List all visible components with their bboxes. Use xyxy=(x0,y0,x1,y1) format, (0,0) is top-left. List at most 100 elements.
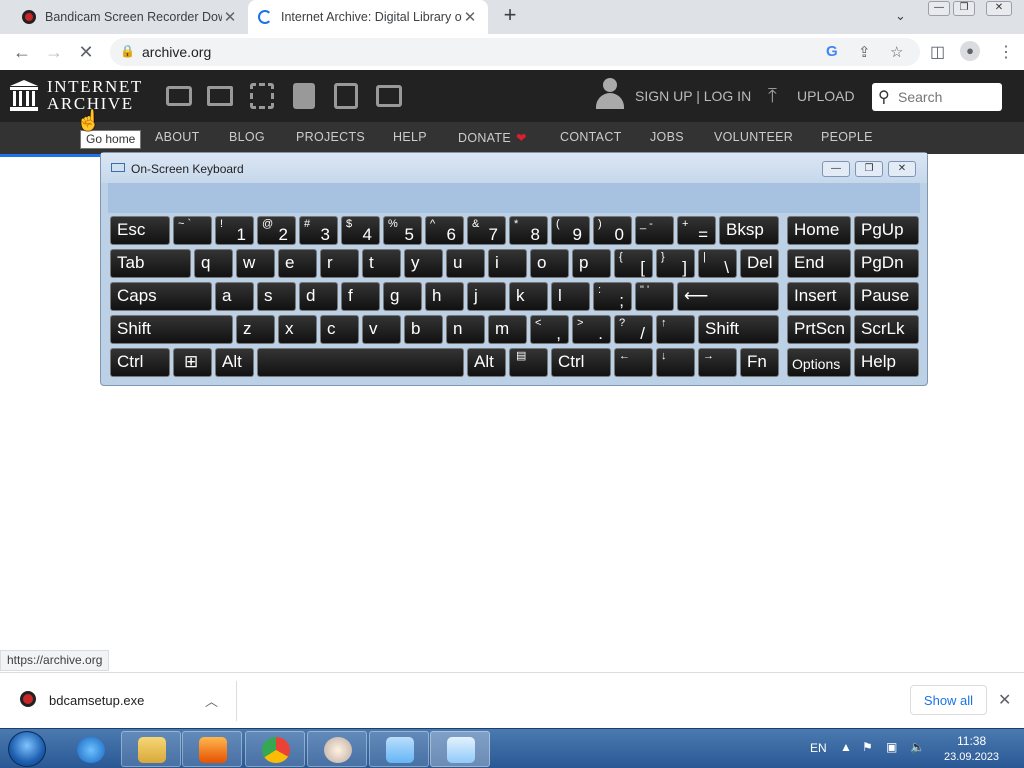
key-9[interactable]: (9 xyxy=(551,216,590,245)
key-help[interactable]: Help xyxy=(854,348,919,377)
key-h[interactable]: h xyxy=(425,282,464,311)
key-5[interactable]: % 5 xyxy=(383,216,422,245)
key-backtick[interactable]: ~ ` xyxy=(173,216,212,245)
key-y[interactable]: y xyxy=(404,249,443,278)
tab-internet-archive[interactable]: Internet Archive: Digital Library of ✕ xyxy=(248,0,488,34)
key-esc[interactable]: Esc xyxy=(110,216,170,245)
share-icon[interactable]: ⇪ xyxy=(858,43,871,61)
ia-search-box[interactable]: ⚲ xyxy=(872,83,1002,111)
upload-link[interactable]: UPLOAD xyxy=(797,88,855,104)
key-j[interactable]: j xyxy=(467,282,506,311)
language-indicator[interactable]: EN xyxy=(810,741,827,755)
key-home[interactable]: Home xyxy=(787,216,851,245)
key-b[interactable]: b xyxy=(404,315,443,344)
tab-search-chevron-icon[interactable]: ⌄ xyxy=(895,8,906,24)
ia-logo-text[interactable]: INTERNET ARCHIVE xyxy=(47,78,143,112)
key-pgup[interactable]: PgUp xyxy=(854,216,919,245)
key-down[interactable]: ↓ xyxy=(656,348,695,377)
speaker-muted-icon[interactable]: 🔈 xyxy=(910,740,925,754)
address-bar[interactable]: 🔒 archive.org G ⇪ ☆ xyxy=(110,38,920,66)
key-equals[interactable]: + = xyxy=(677,216,716,245)
key-left[interactable]: ← xyxy=(614,348,653,377)
key-g[interactable]: g xyxy=(383,282,422,311)
menu-kebab-icon[interactable]: ⋮ xyxy=(998,42,1014,62)
nav-projects[interactable]: PROJECTS xyxy=(296,130,365,144)
key-slash[interactable]: ? / xyxy=(614,315,653,344)
osk-close-button[interactable]: ✕ xyxy=(888,161,916,177)
nav-about[interactable]: ABOUT xyxy=(155,130,200,144)
key-k[interactable]: k xyxy=(509,282,548,311)
key-minus[interactable]: _ - xyxy=(635,216,674,245)
close-window-button[interactable]: ✕ xyxy=(986,1,1012,16)
clock-date[interactable]: 23.09.2023 xyxy=(944,751,999,763)
nav-blog[interactable]: BLOG xyxy=(229,130,265,144)
key-lbracket[interactable]: {[ xyxy=(614,249,653,278)
key-shift-right[interactable]: Shift xyxy=(698,315,779,344)
restore-button[interactable]: ❐ xyxy=(953,1,975,16)
key-a[interactable]: a xyxy=(215,282,254,311)
key-fn[interactable]: Fn xyxy=(740,348,779,377)
key-c[interactable]: c xyxy=(320,315,359,344)
search-icon[interactable]: ⚲ xyxy=(878,87,890,107)
key-ctrl-left[interactable]: Ctrl xyxy=(110,348,170,377)
nav-volunteer[interactable]: VOLUNTEER xyxy=(714,130,793,144)
key-alt-right[interactable]: Alt xyxy=(467,348,506,377)
profile-avatar-icon[interactable]: ● xyxy=(960,41,980,61)
taskbar-chrome[interactable] xyxy=(245,731,305,767)
chevron-up-icon[interactable]: ︿ xyxy=(205,691,218,710)
audio-icon[interactable] xyxy=(293,83,315,109)
key-u[interactable]: u xyxy=(446,249,485,278)
key-quote[interactable]: " ' xyxy=(635,282,674,311)
key-n[interactable]: n xyxy=(446,315,485,344)
key-7[interactable]: & 7 xyxy=(467,216,506,245)
key-semicolon[interactable]: :; xyxy=(593,282,632,311)
key-pgdn[interactable]: PgDn xyxy=(854,249,919,278)
key-bksp[interactable]: Bksp xyxy=(719,216,779,245)
video-icon[interactable] xyxy=(250,83,274,109)
key-f[interactable]: f xyxy=(341,282,380,311)
taskbar-control-panel[interactable] xyxy=(369,731,429,767)
key-s[interactable]: s xyxy=(257,282,296,311)
nav-donate[interactable]: DONATE ❤ xyxy=(458,130,527,145)
key-i[interactable]: i xyxy=(488,249,527,278)
key-prtscn[interactable]: PrtScn xyxy=(787,315,851,344)
key-2[interactable]: @2 xyxy=(257,216,296,245)
close-download-bar-icon[interactable]: ✕ xyxy=(998,690,1011,710)
key-d[interactable]: d xyxy=(299,282,338,311)
stop-loading-button[interactable]: ✕ xyxy=(74,40,98,64)
key-t[interactable]: t xyxy=(362,249,401,278)
images-icon[interactable] xyxy=(376,85,402,107)
key-6[interactable]: ^ 6 xyxy=(425,216,464,245)
start-button[interactable] xyxy=(8,731,46,767)
key-scrlk[interactable]: ScrLk xyxy=(854,315,919,344)
key-0[interactable]: ) 0 xyxy=(593,216,632,245)
clock-time[interactable]: 11:38 xyxy=(957,734,986,748)
key-e[interactable]: e xyxy=(278,249,317,278)
key-end[interactable]: End xyxy=(787,249,851,278)
key-pause[interactable]: Pause xyxy=(854,282,919,311)
download-filename[interactable]: bdcamsetup.exe xyxy=(49,693,144,708)
key-tab[interactable]: Tab xyxy=(110,249,191,278)
key-up[interactable]: ↑ xyxy=(656,315,695,344)
nav-people[interactable]: PEOPLE xyxy=(821,130,873,144)
key-v[interactable]: v xyxy=(362,315,401,344)
key-z[interactable]: z xyxy=(236,315,275,344)
ia-search-input[interactable] xyxy=(898,87,998,107)
tab-close-icon[interactable]: ✕ xyxy=(462,8,478,26)
key-period[interactable]: >. xyxy=(572,315,611,344)
key-8[interactable]: * 8 xyxy=(509,216,548,245)
software-icon[interactable] xyxy=(334,83,358,109)
lock-icon[interactable]: 🔒 xyxy=(120,44,135,58)
key-3[interactable]: #3 xyxy=(299,216,338,245)
key-options[interactable]: Options xyxy=(787,348,851,377)
key-q[interactable]: q xyxy=(194,249,233,278)
url-text[interactable]: archive.org xyxy=(142,44,211,60)
taskbar-internet-explorer[interactable] xyxy=(60,731,120,767)
key-menu[interactable]: ▤ xyxy=(509,348,548,377)
tab-bandicam[interactable]: Bandicam Screen Recorder Down ✕ xyxy=(12,0,248,34)
nav-contact[interactable]: CONTACT xyxy=(560,130,622,144)
key-4[interactable]: $4 xyxy=(341,216,380,245)
osk-titlebar[interactable]: On-Screen Keyboard — ❐ ✕ xyxy=(101,153,927,183)
minimize-button[interactable]: — xyxy=(928,1,950,16)
key-del[interactable]: Del xyxy=(740,249,779,278)
